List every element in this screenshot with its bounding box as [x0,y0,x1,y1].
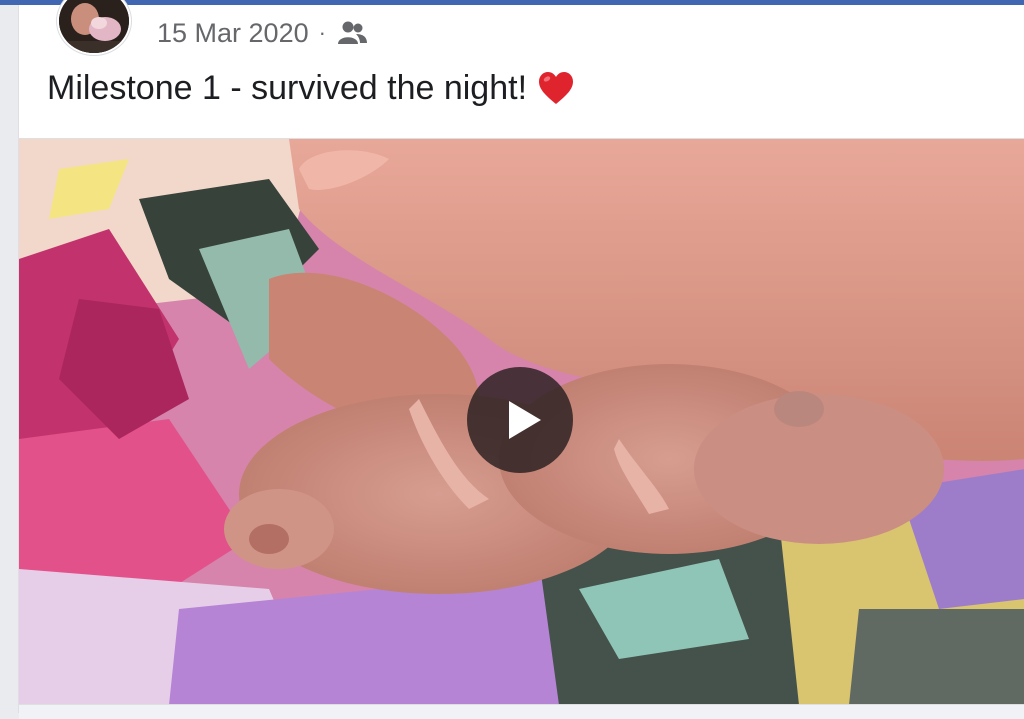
post-meta: 15 Mar 2020 · [157,17,368,49]
post-message: Milestone 1 - survived the night! [47,69,575,108]
post-footer-edge [19,704,1024,719]
post-card: 15 Mar 2020 · Milestone 1 - survived the… [18,0,1024,719]
meta-separator: · [318,20,326,45]
post-message-text: Milestone 1 - survived the night! [47,69,528,107]
friends-icon[interactable] [336,20,368,46]
post-date[interactable]: 15 Mar 2020 [157,18,309,49]
post-video[interactable] [19,138,1024,705]
play-button[interactable] [467,367,573,473]
avatar[interactable] [57,0,131,55]
play-icon [509,401,541,439]
red-heart-icon [537,70,575,108]
